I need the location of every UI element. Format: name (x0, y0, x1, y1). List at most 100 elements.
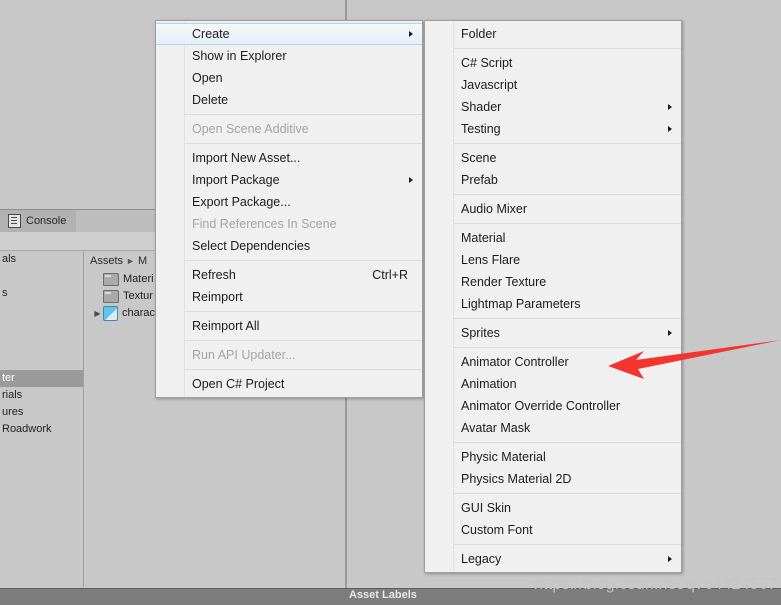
menu-item-animator-override-controller[interactable]: Animator Override Controller (425, 395, 681, 417)
menu-item-folder[interactable]: Folder (425, 23, 681, 45)
menu-item-label: Export Package... (192, 195, 291, 209)
tree-row[interactable] (0, 302, 83, 319)
menu-item-refresh[interactable]: Refresh Ctrl+R (156, 264, 422, 286)
menu-item-lightmap-parameters[interactable]: Lightmap Parameters (425, 293, 681, 315)
menu-item-csharp-script[interactable]: C# Script (425, 52, 681, 74)
prefab-icon (103, 306, 118, 321)
menu-separator (453, 223, 681, 224)
menu-item-javascript[interactable]: Javascript (425, 74, 681, 96)
menu-item-label: Show in Explorer (192, 49, 287, 63)
menu-item-create[interactable]: Create (156, 23, 422, 45)
tree-row-selected[interactable]: ter (0, 370, 83, 387)
menu-item-label: Delete (192, 93, 229, 107)
menu-item-open-scene-additive: Open Scene Additive (156, 118, 422, 140)
menu-separator (184, 311, 422, 312)
menu-item-label: Open (192, 71, 223, 85)
menu-item-label: Find References In Scene (192, 217, 337, 231)
tree-row[interactable] (0, 268, 83, 285)
asset-labels-title: Asset Labels (349, 589, 417, 601)
menu-item-open-csharp-project[interactable]: Open C# Project (156, 373, 422, 395)
menu-item-import-package[interactable]: Import Package (156, 169, 422, 191)
menu-item-custom-font[interactable]: Custom Font (425, 519, 681, 541)
menu-item-prefab[interactable]: Prefab (425, 169, 681, 191)
console-icon (8, 214, 21, 228)
menu-item-import-new-asset[interactable]: Import New Asset... (156, 147, 422, 169)
menu-item-label: Scene (461, 151, 497, 165)
menu-item-label: Import Package (192, 173, 280, 187)
create-submenu[interactable]: Folder C# Script Javascript Shader Testi… (424, 20, 682, 573)
menu-item-label: Folder (461, 27, 497, 41)
menu-item-legacy[interactable]: Legacy (425, 548, 681, 570)
menu-item-label: Run API Updater... (192, 348, 296, 362)
tab-console[interactable]: Console (0, 210, 77, 232)
menu-item-reimport[interactable]: Reimport (156, 286, 422, 308)
menu-item-label: Open C# Project (192, 377, 285, 391)
menu-item-physic-material[interactable]: Physic Material (425, 446, 681, 468)
menu-item-delete[interactable]: Delete (156, 89, 422, 111)
chevron-right-icon (668, 330, 672, 336)
menu-item-material[interactable]: Material (425, 227, 681, 249)
menu-item-label: C# Script (461, 56, 513, 70)
chevron-right-icon (409, 177, 413, 183)
folder-icon (103, 290, 119, 303)
menu-item-label: Select Dependencies (192, 239, 311, 253)
menu-item-reimport-all[interactable]: Reimport All (156, 315, 422, 337)
menu-separator (453, 48, 681, 49)
menu-separator (184, 260, 422, 261)
menu-item-animation[interactable]: Animation (425, 373, 681, 395)
menu-item-label: Animator Controller (461, 355, 569, 369)
menu-separator (184, 369, 422, 370)
breadcrumb-root[interactable]: Assets (90, 255, 123, 267)
menu-item-export-package[interactable]: Export Package... (156, 191, 422, 213)
tree-row[interactable] (0, 319, 83, 336)
menu-item-label: Animation (461, 377, 517, 391)
menu-item-label: Legacy (461, 552, 502, 566)
menu-item-shader[interactable]: Shader (425, 96, 681, 118)
menu-item-shortcut: Ctrl+R (372, 268, 408, 282)
menu-separator (184, 143, 422, 144)
tree-row[interactable] (0, 353, 83, 370)
menu-item-label: Physics Material 2D (461, 472, 572, 486)
tree-row[interactable]: rials (0, 387, 83, 404)
folder-icon (103, 273, 119, 286)
menu-item-sprites[interactable]: Sprites (425, 322, 681, 344)
menu-item-open[interactable]: Open (156, 67, 422, 89)
list-item-label: Materi (123, 273, 154, 285)
menu-item-gui-skin[interactable]: GUI Skin (425, 497, 681, 519)
menu-item-testing[interactable]: Testing (425, 118, 681, 140)
menu-item-label: Sprites (461, 326, 500, 340)
tree-row[interactable]: als (0, 251, 83, 268)
menu-item-label: Animator Override Controller (461, 399, 621, 413)
chevron-right-icon (668, 126, 672, 132)
menu-item-label: Shader (461, 100, 502, 114)
menu-item-audio-mixer[interactable]: Audio Mixer (425, 198, 681, 220)
chevron-right-icon (409, 31, 413, 37)
menu-item-label: Refresh (192, 268, 236, 282)
tree-row[interactable]: ures (0, 404, 83, 421)
menu-item-animator-controller[interactable]: Animator Controller (425, 351, 681, 373)
menu-item-label: Create (192, 27, 230, 41)
tree-row[interactable]: Roadwork (0, 421, 83, 438)
breadcrumb-current[interactable]: M (138, 255, 147, 267)
menu-item-label: Open Scene Additive (192, 122, 309, 136)
menu-item-render-texture[interactable]: Render Texture (425, 271, 681, 293)
tree-row[interactable] (0, 336, 83, 353)
expand-triangle-icon[interactable]: ▶ (92, 305, 103, 322)
project-context-menu[interactable]: Create Show in Explorer Open Delete Open… (155, 20, 423, 398)
menu-separator (184, 340, 422, 341)
menu-item-lens-flare[interactable]: Lens Flare (425, 249, 681, 271)
menu-item-show-in-explorer[interactable]: Show in Explorer (156, 45, 422, 67)
menu-item-avatar-mask[interactable]: Avatar Mask (425, 417, 681, 439)
menu-item-find-references-in-scene: Find References In Scene (156, 213, 422, 235)
menu-item-label: Javascript (461, 78, 518, 92)
project-folder-tree[interactable]: als s ter rials ures Roadwork (0, 251, 84, 587)
tree-row[interactable]: s (0, 285, 83, 302)
menu-item-physics-material-2d[interactable]: Physics Material 2D (425, 468, 681, 490)
menu-item-label: Render Texture (461, 275, 547, 289)
menu-item-scene[interactable]: Scene (425, 147, 681, 169)
menu-item-label: Custom Font (461, 523, 533, 537)
menu-item-select-dependencies[interactable]: Select Dependencies (156, 235, 422, 257)
watermark-text: https://blog.csdn.net/q764424567 (534, 576, 778, 593)
menu-separator (453, 143, 681, 144)
menu-separator (184, 114, 422, 115)
